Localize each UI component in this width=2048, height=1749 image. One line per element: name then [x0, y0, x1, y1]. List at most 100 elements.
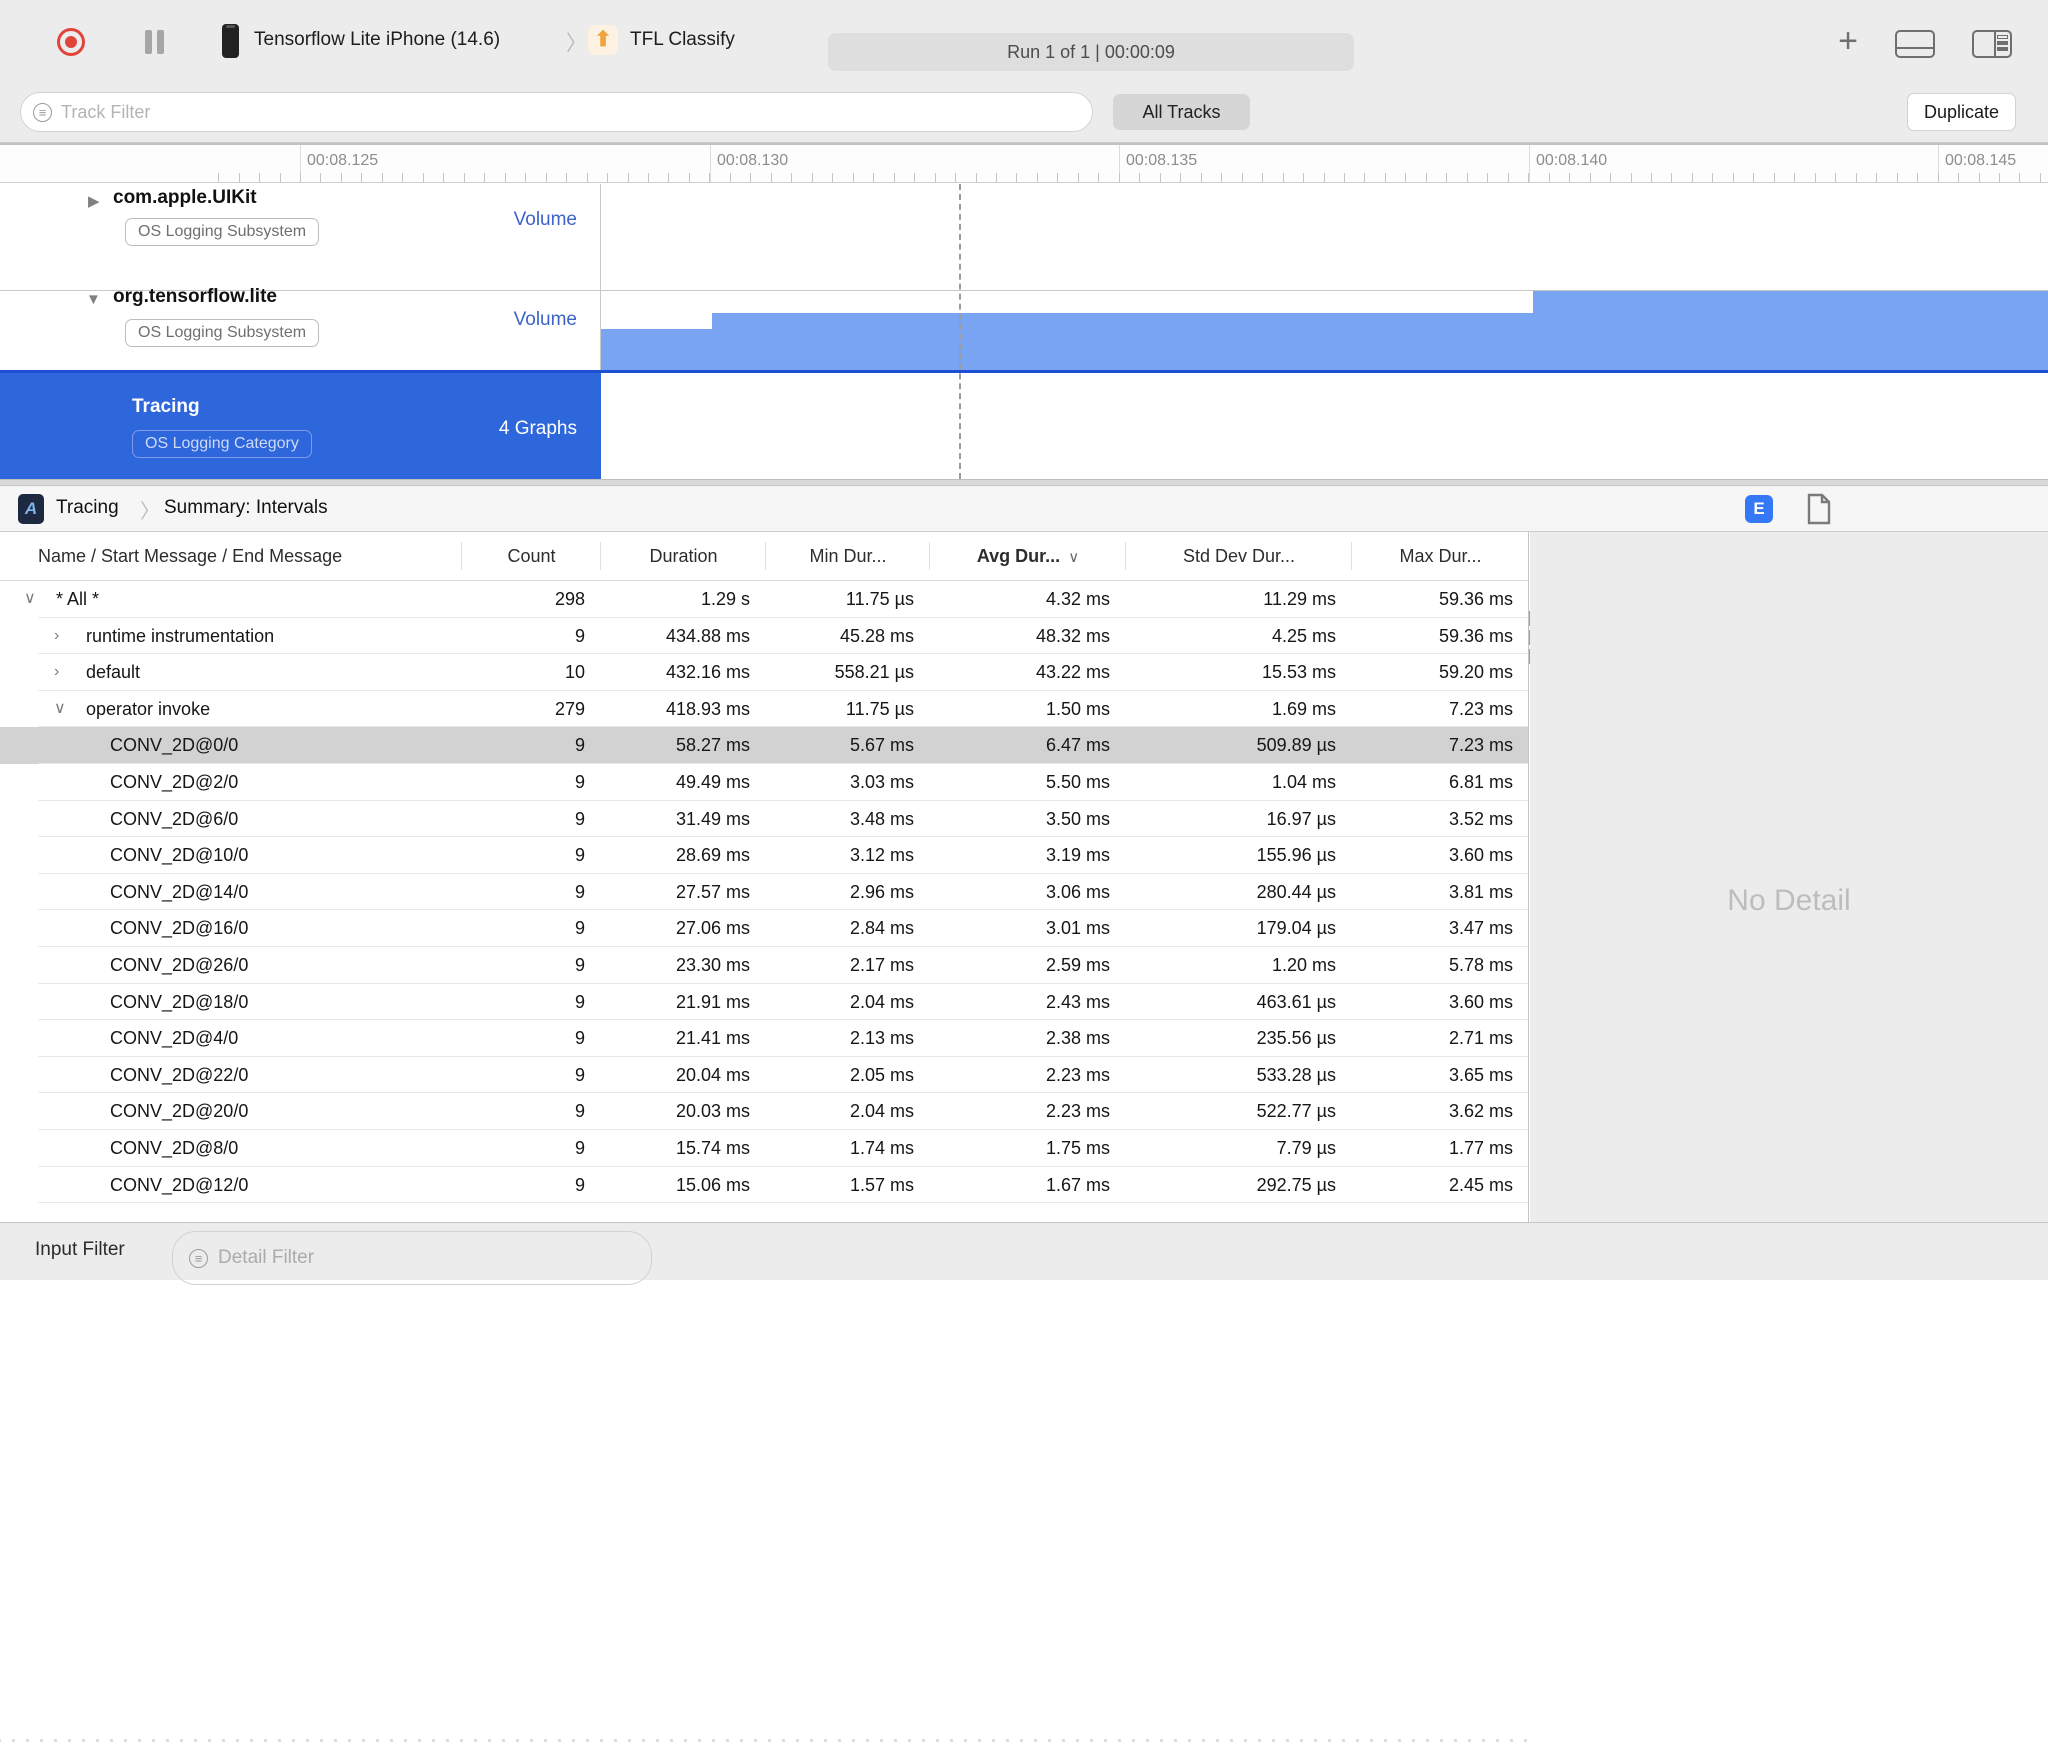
summary-intervals-table: Name / Start Message / End Message Count D…: [0, 532, 1529, 1749]
pause-icon[interactable]: [142, 29, 168, 55]
ruler-minor-tick: [238, 173, 240, 182]
track-row-tracing[interactable]: Tracing OS Logging Category 4 Graphs: [0, 370, 2048, 664]
cell-min: 558.21 µs: [834, 662, 914, 683]
record-icon[interactable]: [57, 28, 85, 56]
cell-min: 3.03 ms: [849, 771, 914, 792]
table-row[interactable]: CONV_2D@6/0 9 31.49 ms 3.48 ms 3.50 ms 16.97 …: [0, 801, 1528, 838]
column-header-avg-dur[interactable]: Avg Dur... ∨: [930, 532, 1126, 580]
cell-avg: 3.06 ms: [1045, 881, 1110, 902]
table-row[interactable]: ∨ * All * 298 1.29 s 11.75 µs 4.32 ms 11.29 ms…: [0, 581, 1528, 618]
table-row[interactable]: › default 10 432.16 ms 558.21 µs 43.22 ms 15.5…: [0, 654, 1528, 691]
track-type-label: Volume: [513, 309, 577, 330]
ruler-minor-tick: [1835, 173, 1837, 182]
row-disclosure-icon[interactable]: ›: [54, 618, 59, 655]
cell-min: 2.05 ms: [849, 1064, 914, 1085]
ruler-time-label: 00:08.140: [1536, 152, 1608, 169]
cell-duration: 31.49 ms: [675, 808, 750, 829]
add-instrument-button[interactable]: +: [1830, 24, 1866, 60]
column-header-duration[interactable]: Duration: [601, 532, 766, 580]
track-row-tensorflow[interactable]: ▼ org.tensorflow.lite OS Logging Subsyst…: [0, 286, 2048, 370]
column-header-std-dev-dur[interactable]: Std Dev Dur...: [1126, 532, 1352, 580]
table-row[interactable]: CONV_2D@14/0 9 27.57 ms 2.96 ms 3.06 ms 280.4…: [0, 874, 1528, 911]
ruler-minor-tick: [1978, 173, 1980, 182]
cell-duration: 1.29 s: [700, 589, 750, 609]
table-row[interactable]: CONV_2D@2/0 9 49.49 ms 3.03 ms 5.50 ms 1.04 m…: [0, 764, 1528, 801]
row-divider: [38, 1202, 1528, 1204]
column-header-name[interactable]: Name / Start Message / End Message: [0, 532, 462, 580]
table-row[interactable]: CONV_2D@0/0 9 58.27 ms 5.67 ms 6.47 ms 509.89…: [0, 727, 1528, 764]
ruler-minor-tick: [1651, 173, 1653, 182]
ruler-minor-tick: [770, 173, 772, 182]
ruler-minor-tick: [381, 173, 383, 182]
cell-duration: 20.04 ms: [675, 1064, 750, 1085]
row-disclosure-icon[interactable]: ∨: [54, 691, 66, 728]
row-name: CONV_2D@14/0: [110, 881, 249, 902]
track-filter-input[interactable]: ≡ Track Filter: [20, 92, 1093, 132]
table-row[interactable]: CONV_2D@8/0 9 15.74 ms 1.74 ms 1.75 ms 7.79 µ…: [0, 1130, 1528, 1167]
table-row[interactable]: CONV_2D@20/0 9 20.03 ms 2.04 ms 2.23 ms 522.7…: [0, 1093, 1528, 1130]
ruler-minor-tick: [1405, 173, 1407, 182]
ruler-minor-tick: [1303, 173, 1305, 182]
all-tracks-button[interactable]: All Tracks: [1113, 94, 1250, 130]
ruler-minor-tick: [1241, 173, 1243, 182]
table-row[interactable]: CONV_2D@12/0 9 15.06 ms 1.57 ms 1.67 ms 292.7…: [0, 1167, 1528, 1204]
ruler-minor-tick: [2039, 173, 2041, 182]
cell-min: 2.04 ms: [849, 991, 914, 1012]
ruler-minor-tick: [443, 173, 445, 182]
cell-duration: 20.03 ms: [675, 1101, 750, 1122]
table-row[interactable]: CONV_2D@22/0 9 20.04 ms 2.05 ms 2.23 ms 533.2…: [0, 1057, 1528, 1094]
target-app-name[interactable]: TFL Classify: [630, 29, 735, 51]
ruler-minor-tick: [1118, 173, 1120, 182]
breadcrumb-detail-view[interactable]: Summary: Intervals: [164, 497, 328, 519]
ruler-minor-tick: [1814, 173, 1816, 182]
input-filter-label: Input Filter: [35, 1239, 125, 1260]
ruler-minor-tick: [1487, 173, 1489, 182]
row-name: CONV_2D@18/0: [110, 991, 249, 1012]
cell-avg: 48.32 ms: [1035, 625, 1110, 646]
column-header-count[interactable]: Count: [462, 532, 601, 580]
breadcrumb-track[interactable]: Tracing: [56, 497, 119, 519]
track-row-uikit[interactable]: ▶ com.apple.UIKit OS Logging Subsystem V…: [0, 184, 2048, 290]
disclosure-triangle-icon[interactable]: ▶: [88, 192, 100, 210]
row-name: CONV_2D@20/0: [110, 1101, 249, 1122]
table-row[interactable]: CONV_2D@16/0 9 27.06 ms 2.84 ms 3.01 ms 179.0…: [0, 910, 1528, 947]
cell-avg: 1.67 ms: [1045, 1174, 1110, 1195]
duplicate-button[interactable]: Duplicate: [1907, 93, 2016, 131]
ruler-minor-tick: [1507, 173, 1509, 182]
row-name: CONV_2D@2/0: [110, 771, 239, 792]
table-row[interactable]: CONV_2D@10/0 9 28.69 ms 3.12 ms 3.19 ms 155.9…: [0, 837, 1528, 874]
table-row[interactable]: › runtime instrumentation 9 434.88 ms 45.28 …: [0, 618, 1528, 655]
toggle-right-pane-icon[interactable]: [1972, 30, 2012, 58]
table-row[interactable]: CONV_2D@4/0 9 21.41 ms 2.13 ms 2.38 ms 235.56…: [0, 1020, 1528, 1057]
ruler-minor-tick: [1753, 173, 1755, 182]
ruler-minor-tick: [1569, 173, 1571, 182]
row-disclosure-icon[interactable]: ∨: [24, 581, 36, 618]
run-status-display[interactable]: Run 1 of 1 | 00:00:09: [828, 33, 1354, 71]
ruler-minor-tick: [1200, 173, 1202, 182]
cell-stddev: 533.28 µs: [1256, 1064, 1336, 1085]
ruler-minor-tick: [1630, 173, 1632, 182]
cell-min: 3.48 ms: [849, 808, 914, 829]
ruler-minor-tick: [1098, 173, 1100, 182]
time-ruler[interactable]: 00:08.125 00:08.130 00:08.135 00:08.140 00:0…: [0, 143, 2048, 183]
disclosure-triangle-icon[interactable]: ▼: [86, 291, 101, 308]
cell-stddev: 155.96 µs: [1256, 845, 1336, 866]
table-row[interactable]: CONV_2D@26/0 9 23.30 ms 2.17 ms 2.59 ms 1.20 …: [0, 947, 1528, 984]
column-header-max-dur[interactable]: Max Dur...: [1352, 532, 1529, 580]
table-row[interactable]: CONV_2D@18/0 9 21.91 ms 2.04 ms 2.43 ms 463.6…: [0, 984, 1528, 1021]
table-header-row: Name / Start Message / End Message Count D…: [0, 532, 1528, 581]
detail-filter-input[interactable]: ≡ Detail Filter: [172, 1231, 652, 1285]
document-icon[interactable]: [1806, 493, 1832, 525]
track-type-label: 4 Graphs: [498, 418, 577, 439]
extended-detail-tab[interactable]: E: [1745, 495, 1773, 523]
ruler-minor-tick: [340, 173, 342, 182]
ruler-minor-tick: [1323, 173, 1325, 182]
pane-splitter[interactable]: [0, 479, 2048, 486]
chevron-right-icon: 〉: [566, 32, 587, 55]
ruler-minor-tick: [259, 173, 261, 182]
device-name[interactable]: Tensorflow Lite iPhone (14.6): [254, 29, 500, 51]
column-header-min-dur[interactable]: Min Dur...: [766, 532, 930, 580]
toggle-bottom-pane-icon[interactable]: [1895, 30, 1935, 58]
table-row[interactable]: ∨ operator invoke 279 418.93 ms 11.75 µs 1.50…: [0, 691, 1528, 728]
row-disclosure-icon[interactable]: ›: [54, 654, 59, 691]
